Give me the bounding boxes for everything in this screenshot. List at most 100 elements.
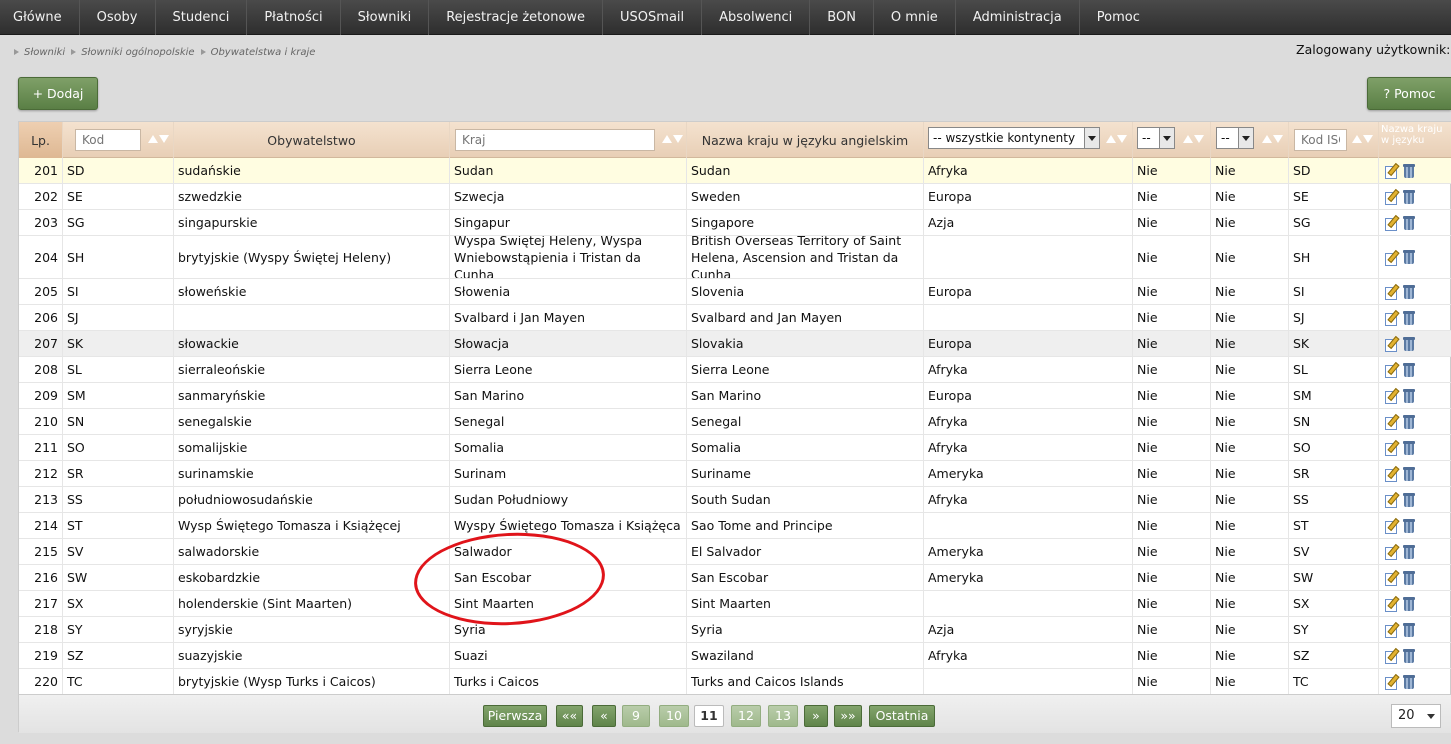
- edit-icon[interactable]: [1385, 623, 1398, 638]
- edit-icon[interactable]: [1385, 164, 1398, 179]
- edit-icon[interactable]: [1385, 467, 1398, 482]
- table-row[interactable]: 220 TC brytyjskie (Wysp Turks i Caicos) Tur…: [19, 669, 1451, 695]
- sort-kod-icon[interactable]: [148, 133, 170, 145]
- table-row[interactable]: 215 SV salwadorskie Salwador El Salvador Amer…: [19, 539, 1451, 565]
- edit-icon[interactable]: [1385, 649, 1398, 664]
- nav-item-6[interactable]: USOSmail: [603, 0, 703, 35]
- page-button-11[interactable]: 11: [694, 705, 724, 727]
- table-row[interactable]: 203 SG singapurskie Singapur Singapore Azja Ni…: [19, 210, 1451, 236]
- last-page-button[interactable]: Ostatnia: [869, 705, 935, 727]
- breadcrumb-item-2[interactable]: Obywatelstwa i kraje: [195, 47, 315, 58]
- breadcrumb-item-1[interactable]: Słowniki ogólnopolskie: [65, 47, 195, 58]
- trash-icon[interactable]: [1403, 518, 1415, 533]
- nav-item-8[interactable]: BON: [810, 0, 874, 35]
- trash-icon[interactable]: [1403, 215, 1415, 230]
- kodiso-filter-input[interactable]: [1294, 129, 1347, 151]
- breadcrumb-item-0[interactable]: Słowniki: [14, 47, 65, 58]
- table-row[interactable]: 217 SX holenderskie (Sint Maarten) Sint Maa…: [19, 591, 1451, 617]
- header-lp[interactable]: Lp.: [19, 122, 63, 158]
- nav-item-7[interactable]: Absolwenci: [702, 0, 811, 35]
- sort-kontynent-icon[interactable]: [1106, 133, 1128, 145]
- table-row[interactable]: 206 SJ Svalbard i Jan Mayen Svalbard and Ja…: [19, 305, 1451, 331]
- edit-icon[interactable]: [1385, 597, 1398, 612]
- nav-item-4[interactable]: Słowniki: [341, 0, 430, 35]
- nav-item-5[interactable]: Rejestracje żetonowe: [429, 0, 604, 35]
- table-row[interactable]: 202 SE szwedzkie Szwecja Sweden Europa Nie Nie S…: [19, 184, 1451, 210]
- page-button-13[interactable]: 13: [768, 705, 798, 727]
- nav-item-3[interactable]: Płatności: [247, 0, 341, 35]
- trash-icon[interactable]: [1403, 544, 1415, 559]
- prev-page-button[interactable]: «: [592, 705, 616, 727]
- add-button[interactable]: + Dodaj: [18, 77, 98, 110]
- per-page-select[interactable]: 20: [1391, 704, 1441, 728]
- trash-icon[interactable]: [1403, 362, 1415, 377]
- page-button-10[interactable]: 10: [659, 705, 689, 727]
- trash-icon[interactable]: [1403, 648, 1415, 663]
- trash-icon[interactable]: [1403, 622, 1415, 637]
- help-button[interactable]: ? Pomoc: [1367, 77, 1451, 110]
- trash-icon[interactable]: [1403, 284, 1415, 299]
- sort-filter1-icon[interactable]: [1183, 133, 1205, 145]
- continent-select[interactable]: -- wszystkie kontynenty: [928, 127, 1100, 149]
- table-row[interactable]: 216 SW eskobardzkie San Escobar San Escobar A…: [19, 565, 1451, 591]
- edit-icon[interactable]: [1385, 363, 1398, 378]
- next-page-button[interactable]: »: [804, 705, 828, 727]
- trash-icon[interactable]: [1403, 492, 1415, 507]
- kod-filter-input[interactable]: [75, 129, 141, 151]
- sort-kraj-icon[interactable]: [662, 133, 684, 145]
- edit-icon[interactable]: [1385, 493, 1398, 508]
- trash-icon[interactable]: [1403, 336, 1415, 351]
- edit-icon[interactable]: [1385, 545, 1398, 560]
- first-page-button[interactable]: Pierwsza: [483, 705, 547, 727]
- sort-kodiso-icon[interactable]: [1352, 133, 1374, 145]
- table-row[interactable]: 201 SD sudańskie Sudan Sudan Afryka Nie Nie SD: [19, 158, 1451, 184]
- table-row[interactable]: 213 SS południowosudańskie Sudan Południowy…: [19, 487, 1451, 513]
- table-row[interactable]: 209 SM sanmaryńskie San Marino San Marino Eur…: [19, 383, 1451, 409]
- edit-icon[interactable]: [1385, 415, 1398, 430]
- edit-icon[interactable]: [1385, 571, 1398, 586]
- table-row[interactable]: 214 ST Wysp Świętego Tomasza i Książęcej Wy…: [19, 513, 1451, 539]
- prev-prev-page-button[interactable]: ««: [556, 705, 583, 727]
- trash-icon[interactable]: [1403, 414, 1415, 429]
- filter2-select[interactable]: --: [1216, 127, 1254, 149]
- table-row[interactable]: 210 SN senegalskie Senegal Senegal Afryka Nie N…: [19, 409, 1451, 435]
- trash-icon[interactable]: [1403, 570, 1415, 585]
- nav-item-2[interactable]: Studenci: [156, 0, 248, 35]
- table-row[interactable]: 208 SL sierraleońskie Sierra Leone Sierra Le…: [19, 357, 1451, 383]
- edit-icon[interactable]: [1385, 190, 1398, 205]
- edit-icon[interactable]: [1385, 441, 1398, 456]
- next-next-page-button[interactable]: »»: [834, 705, 862, 727]
- trash-icon[interactable]: [1403, 250, 1415, 264]
- trash-icon[interactable]: [1403, 440, 1415, 455]
- edit-icon[interactable]: [1385, 216, 1398, 231]
- table-row[interactable]: 204 SH brytyjskie (Wyspy Świętej Heleny) Wy…: [19, 236, 1451, 279]
- page-button-12[interactable]: 12: [731, 705, 761, 727]
- table-row[interactable]: 219 SZ suazyjskie Suazi Swaziland Afryka Nie Ni…: [19, 643, 1451, 669]
- table-row[interactable]: 218 SY syryjskie Syria Syria Azja Nie Nie SY: [19, 617, 1451, 643]
- kraj-filter-input[interactable]: [455, 129, 655, 151]
- table-row[interactable]: 211 SO somalijskie Somalia Somalia Afryka Nie N…: [19, 435, 1451, 461]
- nav-item-10[interactable]: Administracja: [956, 0, 1080, 35]
- trash-icon[interactable]: [1403, 310, 1415, 325]
- trash-icon[interactable]: [1403, 466, 1415, 481]
- nav-item-0[interactable]: Główne: [0, 0, 80, 35]
- trash-icon[interactable]: [1403, 189, 1415, 204]
- trash-icon[interactable]: [1403, 596, 1415, 611]
- edit-icon[interactable]: [1385, 675, 1398, 690]
- nav-item-9[interactable]: O mnie: [874, 0, 956, 35]
- header-obywatelstwo[interactable]: Obywatelstwo: [174, 122, 450, 158]
- edit-icon[interactable]: [1385, 251, 1398, 266]
- edit-icon[interactable]: [1385, 389, 1398, 404]
- nav-item-1[interactable]: Osoby: [80, 0, 156, 35]
- edit-icon[interactable]: [1385, 285, 1398, 300]
- edit-icon[interactable]: [1385, 311, 1398, 326]
- sort-filter2-icon[interactable]: [1262, 133, 1284, 145]
- trash-icon[interactable]: [1403, 674, 1415, 689]
- table-row[interactable]: 205 SI słoweńskie Słowenia Slovenia Europa Nie…: [19, 279, 1451, 305]
- trash-icon[interactable]: [1403, 163, 1415, 178]
- table-row[interactable]: 212 SR surinamskie Surinam Suriname Ameryka Ni…: [19, 461, 1451, 487]
- edit-icon[interactable]: [1385, 519, 1398, 534]
- header-nazwa-ang[interactable]: Nazwa kraju w języku angielskim: [687, 122, 924, 158]
- nav-item-11[interactable]: Pomoc: [1080, 0, 1157, 35]
- edit-icon[interactable]: [1385, 337, 1398, 352]
